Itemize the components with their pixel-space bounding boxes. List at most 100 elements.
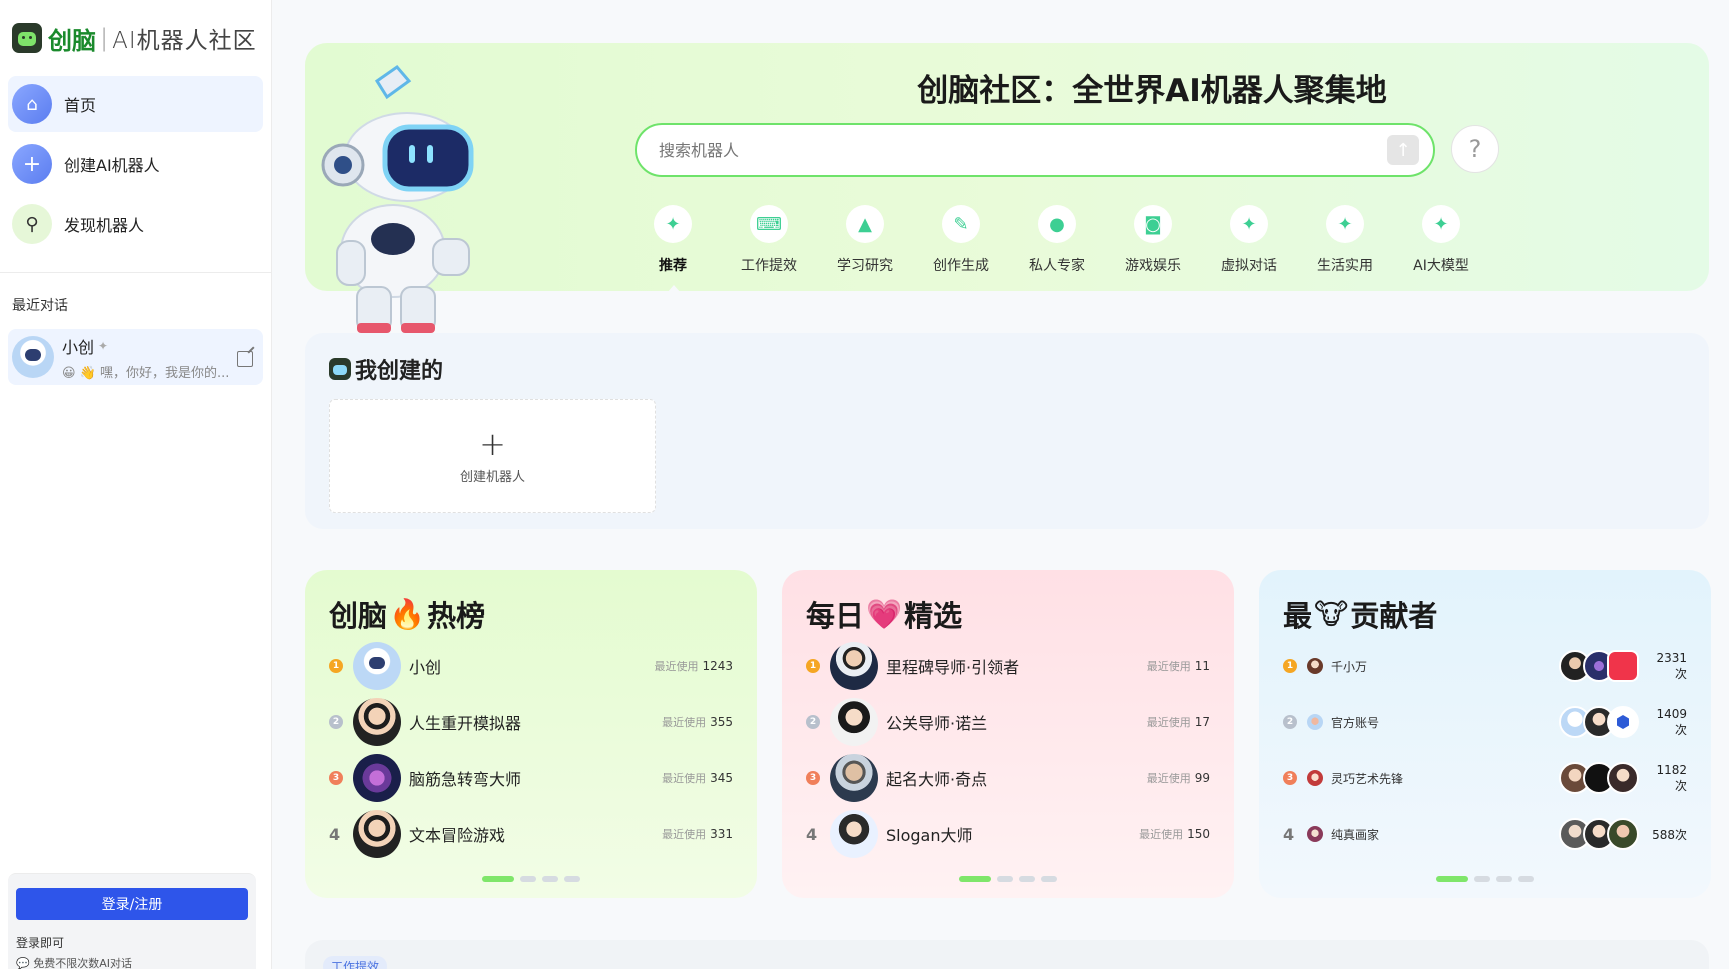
list-item[interactable]: 3 灵巧艺术先锋 1182次 <box>1283 750 1687 806</box>
carousel-dot[interactable] <box>1474 876 1490 882</box>
graduation-cap-icon: ▲ <box>846 205 884 243</box>
robot-icon <box>329 358 351 380</box>
carousel-dot[interactable] <box>1518 876 1534 882</box>
list-item[interactable]: 1 里程碑导师·引领者 最近使用 11 <box>806 638 1210 694</box>
carousel-dot[interactable] <box>482 876 514 882</box>
list-item[interactable]: 3 起名大师·奇点 最近使用 99 <box>806 750 1210 806</box>
carousel-dot[interactable] <box>959 876 991 882</box>
contributor-name: 千小万 <box>1331 659 1368 674</box>
plus-icon: + <box>12 144 52 184</box>
usage-meta: 最近使用 331 <box>662 826 733 842</box>
contribution-count: 588次 <box>1652 827 1687 842</box>
board-title: 创脑 🔥 热榜 <box>329 590 733 638</box>
bot-avatar-stack <box>1559 818 1639 850</box>
fire-icon: 🔥 <box>389 596 426 631</box>
tab-daily-life[interactable]: ✦ 生活实用 <box>1297 205 1393 275</box>
recent-chat-name: 小创 <box>62 337 95 357</box>
login-register-button[interactable]: 登录/注册 <box>16 888 248 920</box>
recent-chat-name-row: 小创 ✦ <box>62 334 255 358</box>
usage-value: 355 <box>710 715 733 729</box>
avatar <box>830 754 878 802</box>
carousel-dot[interactable] <box>1041 876 1057 882</box>
tab-label: 游戏娱乐 <box>1125 258 1181 274</box>
rank-badge: 3 <box>329 771 353 785</box>
edit-icon[interactable] <box>237 351 253 367</box>
brand-name: 创脑 <box>48 26 96 55</box>
silver-medal-icon: 2 <box>329 715 343 729</box>
xiaohongshu-icon <box>1607 650 1639 682</box>
avatar <box>830 810 878 858</box>
tab-label: 生活实用 <box>1317 258 1373 274</box>
nav-create-bot-label: 创建AI机器人 <box>64 156 160 175</box>
list-item[interactable]: 1 千小万 2331次 <box>1283 638 1687 694</box>
cube-icon <box>1607 706 1639 738</box>
tab-work-efficiency[interactable]: ⌨ 工作提效 <box>721 205 817 275</box>
bot-name: 小创 <box>409 658 442 677</box>
list-item[interactable]: 2 公关导师·诺兰 最近使用 17 <box>806 694 1210 750</box>
cow-icon: 🐮 <box>1314 597 1349 631</box>
tab-recommended[interactable]: ✦ 推荐 <box>625 205 721 293</box>
nav-home[interactable]: ⌂ 首页 <box>8 76 263 132</box>
list-item[interactable]: 4 Slogan大师 最近使用 150 <box>806 806 1210 862</box>
nav-create-bot[interactable]: + 创建AI机器人 <box>8 136 263 192</box>
avatar <box>353 698 401 746</box>
tab-study-research[interactable]: ▲ 学习研究 <box>817 205 913 275</box>
usage-value: 17 <box>1194 715 1210 729</box>
pin-icon[interactable]: ✦ <box>98 339 108 353</box>
gold-medal-icon: 1 <box>329 659 343 673</box>
help-button[interactable]: ? <box>1451 125 1499 173</box>
usage-meta: 最近使用 11 <box>1147 658 1210 674</box>
main-content: 创脑社区：全世界AI机器人聚集地 ↑ ? ✦ 推荐 ⌨ 工作提效 ▲ 学习研究 … <box>273 0 1729 969</box>
login-box: 登录/注册 登录即可 💬 免费不限次数AI对话 <box>8 873 256 969</box>
send-arrow-icon[interactable]: ↑ <box>1387 135 1419 165</box>
recent-chat-info: 小创 ✦ 😀 👋 嘿，你好，我是你的... <box>62 334 255 381</box>
list-item[interactable]: 2 官方账号 1409次 <box>1283 694 1687 750</box>
carousel-dot[interactable] <box>997 876 1013 882</box>
board-title-a: 创脑 <box>329 599 388 633</box>
usage-value: 150 <box>1187 827 1210 841</box>
list-item[interactable]: 1 小创 最近使用 1243 <box>329 638 733 694</box>
carousel-dot[interactable] <box>520 876 536 882</box>
recent-chat-item[interactable]: 小创 ✦ 😀 👋 嘿，你好，我是你的... <box>8 329 263 385</box>
tab-virtual-chat[interactable]: ✦ 虚拟对话 <box>1201 205 1297 275</box>
keyboard-icon: ⌨ <box>750 205 788 243</box>
list-item[interactable]: 4 纯真画家 588次 <box>1283 806 1687 862</box>
tab-games[interactable]: ◙ 游戏娱乐 <box>1105 205 1201 275</box>
tab-label: 学习研究 <box>837 258 893 274</box>
logo[interactable]: 创脑 | AI机器人社区 <box>0 0 271 76</box>
top-contributors-board: 最 🐮 贡献者 1 千小万 2331次 2 官方账号 1409次 3 灵巧艺术先… <box>1259 570 1711 898</box>
tab-label: 创作生成 <box>933 258 989 274</box>
tab-label: AI大模型 <box>1413 258 1469 274</box>
list-item[interactable]: 2 人生重开模拟器 最近使用 355 <box>329 694 733 750</box>
rank-number: 4 <box>1283 824 1295 844</box>
board-title-a: 最 <box>1283 599 1313 633</box>
section-tag[interactable]: 工作提效 <box>323 956 388 969</box>
list-item[interactable]: 4 文本冒险游戏 最近使用 331 <box>329 806 733 862</box>
hero-banner: 创脑社区：全世界AI机器人聚集地 ↑ ? ✦ 推荐 ⌨ 工作提效 ▲ 学习研究 … <box>305 43 1709 333</box>
list-item[interactable]: 3 脑筋急转弯大师 最近使用 345 <box>329 750 733 806</box>
bot-name: 人生重开模拟器 <box>409 714 522 733</box>
carousel-dot[interactable] <box>1436 876 1468 882</box>
usage-meta: 最近使用 355 <box>662 714 733 730</box>
bot-name: 公关导师·诺兰 <box>886 714 988 733</box>
contribution-count: 2331次 <box>1656 650 1687 681</box>
recent-chat-avatar <box>12 336 54 378</box>
tab-creative-generation[interactable]: ✎ 创作生成 <box>913 205 1009 275</box>
carousel-dot[interactable] <box>542 876 558 882</box>
tab-personal-expert[interactable]: ● 私人专家 <box>1009 205 1105 275</box>
nav-discover[interactable]: ⚲ 发现机器人 <box>8 196 263 252</box>
tab-label: 私人专家 <box>1029 258 1085 274</box>
tab-label: 虚拟对话 <box>1221 258 1277 274</box>
carousel-dot[interactable] <box>1019 876 1035 882</box>
sidebar: 创脑 | AI机器人社区 ⌂ 首页 + 创建AI机器人 ⚲ 发现机器人 最近对话… <box>0 0 272 969</box>
search-input[interactable] <box>659 140 1359 160</box>
board-title: 每日 💗 精选 <box>806 590 1210 638</box>
robot-logo-icon <box>12 23 42 53</box>
usage-label: 最近使用 <box>662 772 707 785</box>
carousel-dot[interactable] <box>1496 876 1512 882</box>
create-bot-card[interactable]: + 创建机器人 <box>329 399 656 513</box>
tab-ai-models[interactable]: ✦ AI大模型 <box>1393 205 1489 275</box>
category-tabs: ✦ 推荐 ⌨ 工作提效 ▲ 学习研究 ✎ 创作生成 ● 私人专家 ◙ 游戏娱乐 <box>625 205 1489 293</box>
brand-subtitle: AI机器人社区 <box>112 28 257 54</box>
carousel-dot[interactable] <box>564 876 580 882</box>
